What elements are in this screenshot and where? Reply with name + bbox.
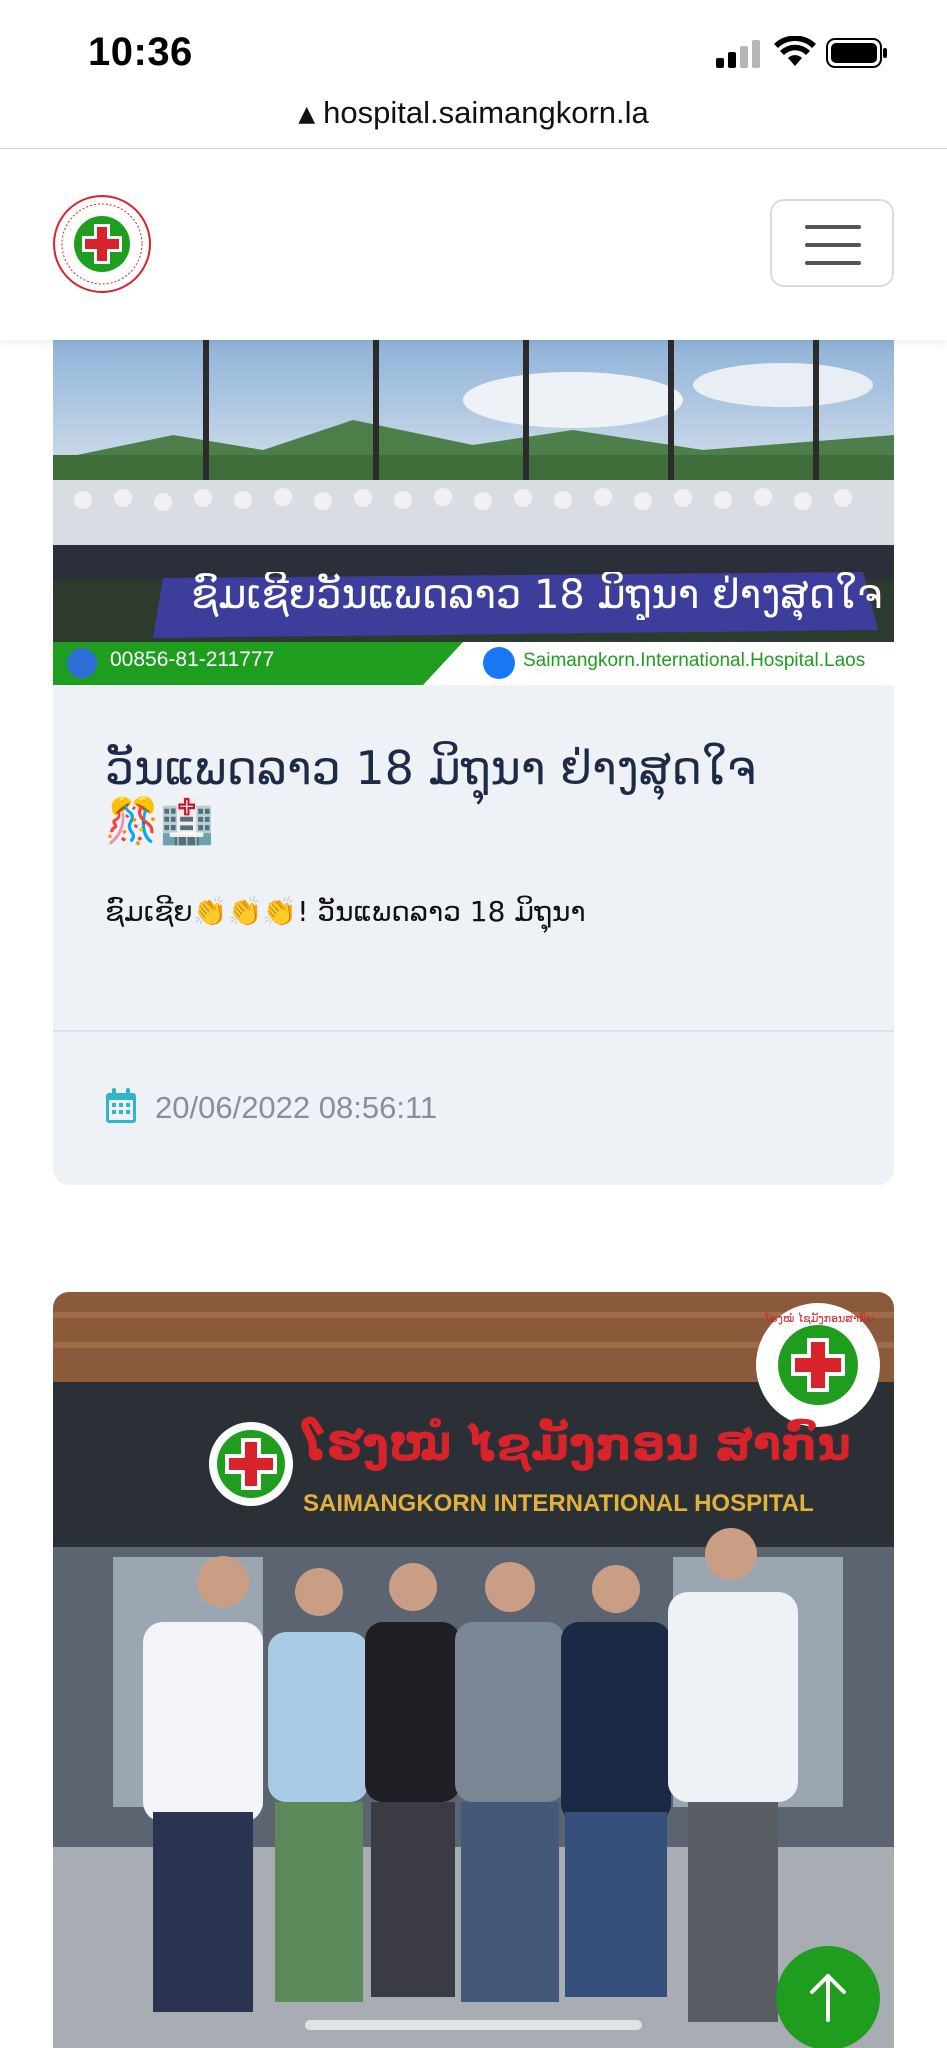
address-bar[interactable]: ▲ hospital.saimangkorn.la [0, 95, 947, 147]
news-image-group-photo[interactable] [53, 340, 894, 685]
menu-toggle-button[interactable] [770, 199, 894, 287]
hospital-logo-icon[interactable] [52, 194, 152, 294]
post-date: 20/06/2022 08:56:11 [155, 1090, 438, 1125]
arrow-up-icon [810, 1974, 846, 2022]
hamburger-menu-icon-line [805, 243, 861, 247]
status-time: 10:36 [88, 30, 193, 74]
news-card[interactable]: ຊົມເຊີຍວັນແພດລາວ 18 ມິຖຸນາ ຢ່າງສຸດໃຈ 008… [53, 340, 894, 1185]
home-indicator [305, 2020, 642, 2030]
news-card[interactable]: ໂຮງໝໍ ໄຊມັງກອນ ສາກົນ SAIMANGKORN INTERNA… [53, 1292, 894, 2048]
banner-phone: 00856-81-211777 [110, 648, 275, 671]
calendar-icon [106, 1088, 136, 1123]
card-divider [53, 1030, 894, 1032]
news-title[interactable]: ວັນແພດລາວ 18 ມິຖຸນາ ຢ່າງສຸດໃຈ [105, 735, 845, 801]
url-text[interactable]: hospital.saimangkorn.la [323, 95, 649, 130]
site-header [0, 149, 947, 340]
sign-lao-text: ໂຮງໝໍ ໄຊມັງກອນ ສາກົນ [303, 1417, 851, 1471]
banner-text: ຊົມເຊີຍວັນແພດລາວ 18 ມິຖຸນາ ຢ່າງສຸດໃຈ [191, 572, 881, 618]
back-to-top-button[interactable] [776, 1946, 880, 2048]
warning-triangle-icon: ▲ [298, 102, 316, 127]
title-emojis: 🎊🏥 [105, 796, 215, 847]
wifi-icon [774, 36, 816, 66]
battery-icon [826, 38, 887, 68]
status-bar: 10:36 [0, 0, 947, 100]
news-image-hospital-entrance[interactable] [53, 1292, 894, 2048]
cellular-signal-icon [716, 40, 760, 68]
hamburger-menu-icon-line [805, 261, 861, 265]
banner-facebook: Saimangkorn.International.Hospital.Laos [523, 650, 866, 671]
news-excerpt: ຊົມເຊີຍ👏👏👏! ວັນແພດລາວ 18 ມິຖຸນາ [105, 895, 586, 928]
hamburger-menu-icon [805, 225, 861, 229]
sign-english-text: SAIMANGKORN INTERNATIONAL HOSPITAL [303, 1490, 814, 1517]
corner-badge-text: ໂຮງໝໍ ໄຊມັງກອນສາກົນ [765, 1312, 873, 1325]
